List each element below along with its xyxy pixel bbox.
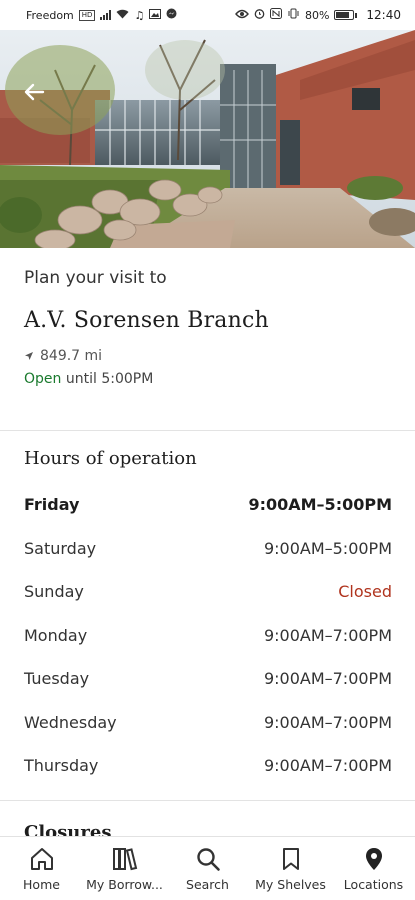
battery-percent: 80% [304,8,330,22]
branch-intro: Plan your visit to A.V. Sorensen Branch … [24,268,394,387]
home-icon [28,845,56,873]
open-status-line: Open until 5:00PM [24,371,394,387]
day-label: Wednesday [24,712,117,732]
hours-row-saturday: Saturday 9:00AM–5:00PM [24,527,392,571]
vibrate-icon [287,8,300,22]
day-hours: 9:00AM–5:00PM [263,538,392,558]
day-hours: 9:00AM–7:00PM [263,712,392,732]
day-label: Friday [24,495,80,515]
music-icon: ♫ [134,8,145,22]
nav-label: My Borrow... [86,877,163,892]
wifi-icon [116,9,129,22]
hours-row-friday: Friday 9:00AM–5:00PM [24,483,392,527]
hours-row-wednesday: Wednesday 9:00AM–7:00PM [24,701,392,745]
nav-home[interactable]: Home [0,837,83,900]
clock-time: 12:40 [366,8,401,22]
bottom-navigation: Home My Borrow... Search My Shelves Loca… [0,836,415,900]
hd-badge: HD [78,9,96,21]
nfc-icon [269,8,282,22]
nav-label: Search [186,877,229,892]
arrow-left-icon [24,83,45,101]
section-divider [0,800,415,801]
day-hours: 9:00AM–7:00PM [263,756,392,776]
status-bar: Freedom HD ♫ 80% 12:40 [0,0,415,30]
day-hours-closed: Closed [338,582,392,602]
nav-my-shelves[interactable]: My Shelves [249,837,332,900]
messenger-icon [166,8,177,22]
battery-icon [334,10,358,20]
section-divider [0,430,415,431]
day-label: Monday [24,625,88,645]
plan-visit-label: Plan your visit to [24,268,167,288]
branch-name: A.V. Sorensen Branch [24,308,269,333]
nav-label: My Shelves [255,877,326,892]
signal-icon [100,10,112,20]
carrier-name: Freedom [26,8,74,22]
books-icon [111,845,139,873]
back-button[interactable] [14,78,54,106]
image-icon [149,8,162,22]
day-hours: 9:00AM–7:00PM [263,669,392,689]
bookmark-icon [277,845,305,873]
day-label: Sunday [24,582,84,602]
distance-row: 849.7 mi [24,348,394,364]
hours-section: Hours of operation Friday 9:00AM–5:00PM … [24,448,392,788]
day-hours: 9:00AM–5:00PM [248,495,392,515]
nav-label: Home [23,877,60,892]
navigation-arrow-icon [25,352,33,360]
search-icon [194,845,222,873]
nav-my-borrowing[interactable]: My Borrow... [83,837,166,900]
nav-search[interactable]: Search [166,837,249,900]
eye-icon [235,9,249,22]
nav-locations[interactable]: Locations [332,837,415,900]
day-hours: 9:00AM–7:00PM [263,625,392,645]
branch-hero-image [0,30,415,248]
open-status: Open [24,371,62,387]
hours-row-sunday: Sunday Closed [24,570,392,614]
location-pin-icon [360,845,388,873]
hours-row-tuesday: Tuesday 9:00AM–7:00PM [24,657,392,701]
day-label: Thursday [24,756,99,776]
distance-value: 849.7 mi [40,348,103,364]
day-label: Tuesday [24,669,90,689]
hours-row-monday: Monday 9:00AM–7:00PM [24,614,392,658]
open-until: until 5:00PM [65,371,154,387]
hours-title: Hours of operation [24,448,197,469]
hours-row-thursday: Thursday 9:00AM–7:00PM [24,744,392,788]
day-label: Saturday [24,538,97,558]
nav-label: Locations [343,877,404,892]
alarm-icon [254,8,265,22]
